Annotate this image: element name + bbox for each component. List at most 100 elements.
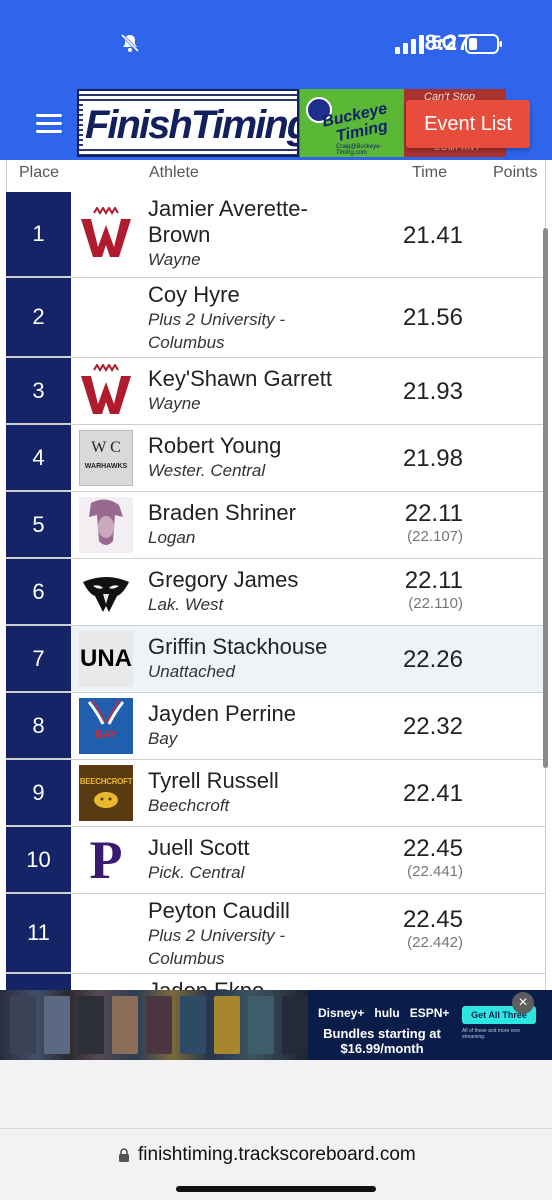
lock-icon <box>119 1148 129 1162</box>
athlete-cell: Peyton Caudill Plus 2 University - Colum… <box>148 898 388 970</box>
place-cell: 6 <box>6 559 71 625</box>
athlete-name: Juell Scott <box>148 835 250 860</box>
battery-icon <box>465 34 502 54</box>
table-row[interactable]: 5 Braden Shriner Logan 22.11 (22.107) <box>6 492 546 559</box>
scrollbar[interactable] <box>543 228 548 768</box>
time-value: 22.11 <box>404 567 463 594</box>
athlete-name: Griffin Stackhouse <box>148 634 328 659</box>
time-cell: 21.56 <box>403 304 463 332</box>
column-time[interactable]: Time <box>412 164 447 182</box>
time-cell: 22.45 (22.442) <box>403 906 463 952</box>
wayne-w-logo <box>81 207 131 257</box>
table-row[interactable]: 2 Coy Hyre Plus 2 University - Columbus … <box>6 278 546 358</box>
close-icon[interactable]: × <box>512 992 534 1014</box>
time-value: 21.56 <box>402 304 463 331</box>
place-cell: 5 <box>6 492 71 558</box>
athlete-cell: Juell Scott Pick. Central <box>148 835 388 884</box>
team-name: Wester. Central <box>148 461 266 480</box>
time-value: 22.41 <box>402 780 463 807</box>
athlete-name: Peyton Caudill <box>148 898 290 923</box>
athlete-cell: Tyrell Russell Beechcroft <box>148 768 388 817</box>
una-logo: UNA <box>79 631 133 687</box>
team-name: Plus 2 University - <box>148 310 285 329</box>
logan-chief-logo <box>79 497 133 553</box>
time-value: 22.45 <box>402 906 463 933</box>
athlete-name: Key'Shawn Garrett <box>148 366 332 391</box>
bay-track-logo: BAY <box>79 698 133 754</box>
time-value: 22.45 <box>402 835 463 862</box>
table-row[interactable]: 11 Peyton Caudill Plus 2 University - Co… <box>6 894 546 974</box>
athlete-cell: Robert Young Wester. Central <box>148 433 388 482</box>
precise-time: (22.110) <box>408 595 463 612</box>
place-cell: 8 <box>6 693 71 759</box>
ad-banner[interactable]: Disney+ hulu ESPN+ Bundles starting at $16… <box>0 990 552 1060</box>
place-cell: 11 <box>6 894 71 973</box>
warhawks-logo: W C WARHAWKS <box>79 430 133 486</box>
time-cell: 21.93 <box>403 378 463 406</box>
time-value: 22.32 <box>402 713 463 740</box>
finishtiming-logo[interactable]: FinishTiming <box>77 89 299 157</box>
column-athlete[interactable]: Athlete <box>149 164 199 182</box>
column-points[interactable]: Points <box>493 164 537 182</box>
signal-icon <box>395 35 424 54</box>
time-cell: 22.11 (22.110) <box>405 567 463 613</box>
winged-foot-icon <box>87 699 125 725</box>
wayne-w-logo <box>81 364 131 414</box>
buckeye-timing-logo: Buckeye Timing Craig@Buckeye-Timing.com <box>300 89 404 157</box>
table-row[interactable]: 8 BAY Jayden Perrine Bay 22.32 <box>6 693 546 760</box>
time-cell: 22.26 <box>403 646 463 674</box>
team-name-cont: Columbus <box>148 949 225 968</box>
status-bar: 8:27 5G <box>0 0 552 88</box>
eagle-logo <box>83 577 129 612</box>
place-cell: 1 <box>6 192 71 277</box>
place-cell: 10 <box>6 827 71 893</box>
beechcroft-logo: BEECHCROFT <box>79 765 133 821</box>
time-cell: 22.11 (22.107) <box>405 500 463 546</box>
table-row[interactable]: 6 Gregory James Lak. West 22.11 (22.110) <box>6 559 546 626</box>
athlete-name: Coy Hyre <box>148 282 240 307</box>
team-name: Wayne <box>148 250 201 269</box>
browser-toolbar: finishtiming.trackscoreboard.com <box>0 1060 552 1200</box>
table-row[interactable]: 7 UNA Griffin Stackhouse Unattached 22.2… <box>6 626 546 693</box>
event-list-button[interactable]: Event List <box>406 100 530 148</box>
team-name: Bay <box>148 729 178 748</box>
ad-fine-print: All of these and more now streaming. <box>462 1028 520 1040</box>
results-table-header: Place Athlete Time Points <box>6 160 546 192</box>
time-cell: 22.41 <box>403 780 463 808</box>
team-name-cont: Columbus <box>148 333 225 352</box>
table-row[interactable]: 10 P Juell Scott Pick. Central 22.45 (22… <box>6 827 546 894</box>
table-row[interactable]: 9 BEECHCROFT Tyrell Russell Beechcroft 2… <box>6 760 546 827</box>
time-value: 21.41 <box>402 222 463 249</box>
athlete-cell: Braden Shriner Logan <box>148 500 388 549</box>
precise-time: (22.442) <box>407 934 463 951</box>
hamburger-icon[interactable] <box>36 114 62 134</box>
precise-time: (22.107) <box>407 528 463 545</box>
address-bar[interactable]: finishtiming.trackscoreboard.com <box>138 1144 416 1166</box>
place-cell: 2 <box>6 278 71 357</box>
place-cell: 3 <box>6 358 71 424</box>
time-cell: 21.98 <box>403 445 463 473</box>
team-name: Pick. Central <box>148 863 245 882</box>
team-name: Wayne <box>148 394 201 413</box>
table-row[interactable]: 3 Key'Shawn Garrett Wayne 21.93 <box>6 358 546 425</box>
ad-brands: Disney+ hulu ESPN+ <box>318 1006 450 1020</box>
column-place[interactable]: Place <box>19 164 59 182</box>
athlete-name: Gregory James <box>148 567 299 592</box>
athlete-name: Braden Shriner <box>148 500 296 525</box>
home-indicator[interactable] <box>176 1186 376 1192</box>
bell-muted-icon <box>120 33 140 53</box>
athlete-name: Robert Young <box>148 433 282 458</box>
cougar-icon <box>94 792 118 808</box>
table-row[interactable]: 4 W C WARHAWKS Robert Young Wester. Cent… <box>6 425 546 492</box>
table-row[interactable]: 1 Jamier Averette- Brown Wayne 21.41 <box>6 192 546 278</box>
place-cell: 4 <box>6 425 71 491</box>
network-type: 5G <box>431 33 457 54</box>
team-name: Logan <box>148 528 196 547</box>
athlete-cell: Key'Shawn Garrett Wayne <box>148 366 388 415</box>
athlete-name: Tyrell Russell <box>148 768 279 793</box>
time-value: 21.93 <box>402 378 463 405</box>
team-name: Beechcroft <box>148 796 230 815</box>
precise-time: (22.441) <box>407 863 463 880</box>
time-cell: 21.41 <box>403 222 463 250</box>
athlete-name: Jayden Perrine <box>148 701 296 726</box>
